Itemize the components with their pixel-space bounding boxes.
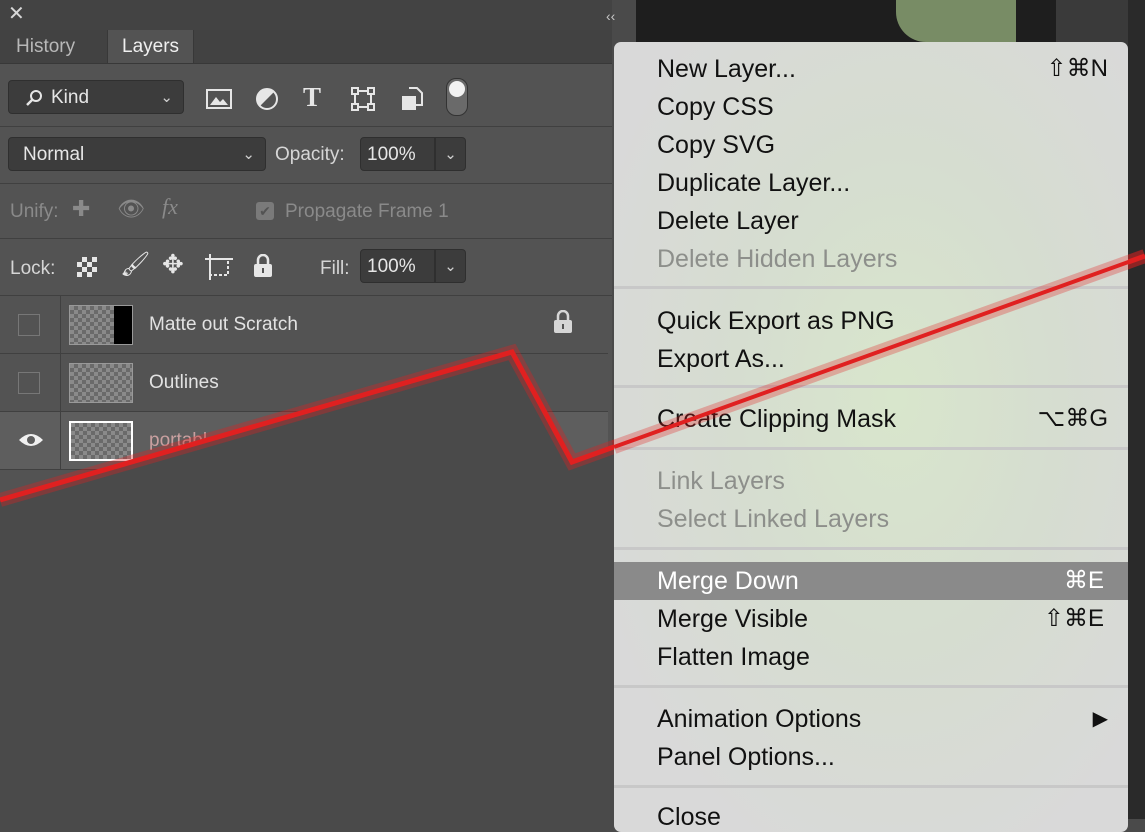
context-menu: New Layer... ⇧⌘N Copy CSS Copy SVG Duplic… xyxy=(614,42,1128,832)
menu-item-close[interactable]: Close xyxy=(614,798,1128,832)
menu-item-link-layers: Link Layers xyxy=(657,467,785,495)
menu-separator xyxy=(614,286,1128,289)
menu-separator xyxy=(614,447,1128,450)
menu-item-create-clipping-mask[interactable]: Create Clipping Mask ⌥⌘G xyxy=(614,400,1128,438)
submenu-arrow-icon: ▶ xyxy=(1092,708,1108,730)
menu-item-duplicate-layer[interactable]: Duplicate Layer... xyxy=(614,164,1128,202)
menu-item-export-as[interactable]: Export As... xyxy=(614,340,1128,378)
menu-item-select-linked-layers: Select Linked Layers xyxy=(657,505,890,533)
menu-item-new-layer[interactable]: New Layer... ⇧⌘N xyxy=(614,50,1128,88)
menu-separator xyxy=(614,547,1128,550)
menu-item-merge-down[interactable]: Merge Down ⌘E xyxy=(614,562,1128,600)
menu-separator xyxy=(614,785,1128,788)
menu-separator xyxy=(614,685,1128,688)
annotation-occlusion xyxy=(0,352,612,819)
menu-item-copy-css[interactable]: Copy CSS xyxy=(614,88,1128,126)
menu-item-delete-layer[interactable]: Delete Layer xyxy=(614,202,1128,240)
menu-item-quick-export-png[interactable]: Quick Export as PNG xyxy=(614,302,1128,340)
menu-item-copy-svg[interactable]: Copy SVG xyxy=(614,126,1128,164)
menu-item-merge-visible[interactable]: Merge Visible ⇧⌘E xyxy=(614,600,1128,638)
menu-item-animation-options[interactable]: Animation Options ▶ xyxy=(614,700,1128,738)
menu-item-delete-hidden-layers: Delete Hidden Layers xyxy=(657,245,898,273)
menu-item-panel-options[interactable]: Panel Options... xyxy=(614,738,1128,776)
menu-item-flatten-image[interactable]: Flatten Image xyxy=(614,638,1128,676)
menu-separator xyxy=(614,385,1128,388)
